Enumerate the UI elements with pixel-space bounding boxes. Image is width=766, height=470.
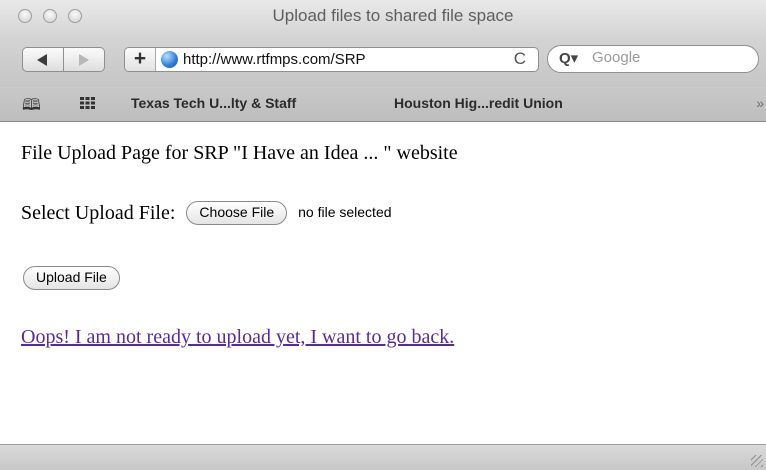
bookmarks-bar: 🕮 Texas Tech U...lty & Staff Houston Hig… — [0, 87, 766, 122]
upload-button-wrap: Upload File — [23, 266, 120, 290]
title-bar: Upload files to shared file space — [0, 0, 766, 40]
address-bar[interactable]: + http://www.rtfmps.com/SRP C — [124, 47, 539, 72]
bookmark-houston-credit-union[interactable]: Houston Hig...redit Union — [394, 95, 563, 111]
page-content: File Upload Page for SRP "I Have an Idea… — [0, 122, 766, 444]
bookmarks-overflow-icon[interactable]: » — [756, 95, 764, 111]
search-box[interactable]: Q▾ — [547, 45, 759, 73]
forward-button[interactable] — [63, 47, 105, 72]
back-button[interactable] — [22, 47, 64, 72]
browser-toolbar: + http://www.rtfmps.com/SRP C Q▾ — [0, 40, 766, 87]
url-field[interactable]: http://www.rtfmps.com/SRP — [183, 51, 483, 68]
page-heading: File Upload Page for SRP "I Have an Idea… — [21, 142, 458, 164]
upload-file-button[interactable]: Upload File — [23, 266, 120, 290]
file-select-row: Select Upload File: Choose File no file … — [21, 201, 392, 225]
no-file-status: no file selected — [298, 204, 392, 220]
add-bookmark-button[interactable]: + — [125, 48, 156, 71]
site-globe-icon — [161, 51, 178, 68]
choose-file-button[interactable]: Choose File — [186, 201, 288, 225]
bookmark-texas-tech[interactable]: Texas Tech U...lty & Staff — [131, 95, 296, 111]
search-icon[interactable]: Q▾ — [559, 49, 578, 67]
status-bar — [0, 444, 766, 470]
reload-icon[interactable]: C — [514, 49, 526, 69]
search-input[interactable] — [592, 49, 742, 66]
file-select-label: Select Upload File: — [21, 202, 176, 224]
back-arrow-icon — [37, 54, 47, 66]
resize-grip-icon[interactable] — [751, 455, 763, 467]
top-sites-grid-icon[interactable] — [80, 97, 95, 109]
go-back-link[interactable]: Oops! I am not ready to upload yet, I wa… — [21, 326, 454, 349]
browser-window: Upload files to shared file space + http… — [0, 0, 766, 470]
window-title: Upload files to shared file space — [272, 6, 514, 25]
bookmarks-book-icon[interactable]: 🕮 — [22, 94, 41, 121]
forward-arrow-icon — [79, 54, 89, 66]
